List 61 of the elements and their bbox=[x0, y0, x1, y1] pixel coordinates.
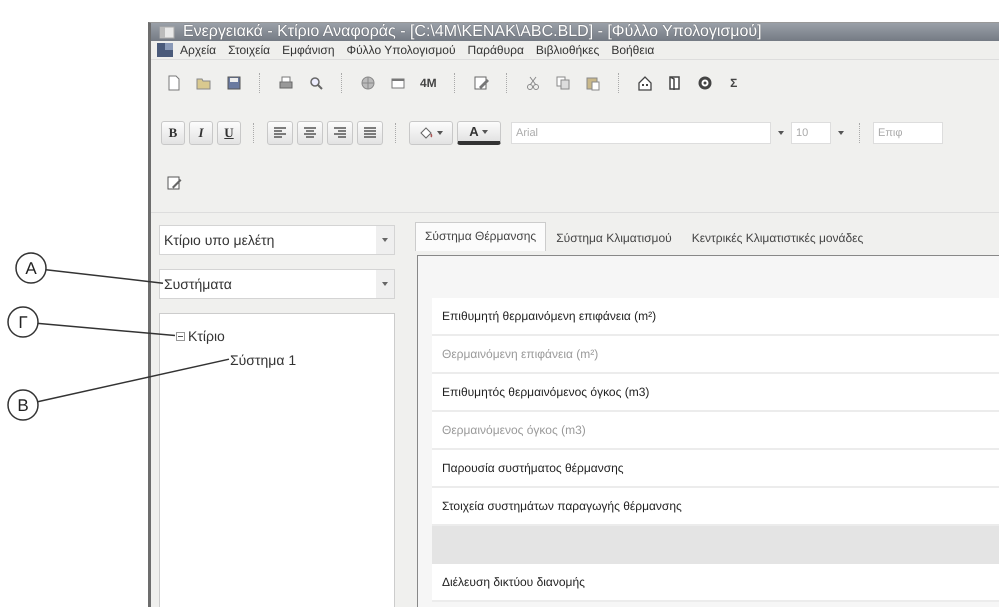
align-right-button[interactable] bbox=[327, 121, 353, 145]
printer-icon bbox=[278, 75, 294, 91]
callout-label: Β bbox=[7, 389, 39, 421]
house-icon bbox=[636, 75, 653, 91]
magnifier-icon bbox=[308, 75, 324, 91]
callout-label: Γ bbox=[7, 306, 39, 338]
align-justify-button[interactable] bbox=[357, 121, 383, 145]
caret-icon bbox=[837, 129, 845, 137]
clipboard-icon bbox=[584, 75, 601, 91]
caret-icon bbox=[777, 129, 785, 137]
menu-item[interactable]: Εμφάνιση bbox=[277, 41, 340, 59]
tab[interactable]: Σύστημα Θέρμανσης bbox=[415, 222, 546, 251]
globe-icon bbox=[360, 75, 376, 91]
door-icon bbox=[666, 75, 683, 91]
toolbar-button[interactable]: Σ bbox=[722, 71, 746, 95]
format-button[interactable]: U bbox=[217, 121, 241, 145]
menu-item[interactable]: Βιβλιοθήκες bbox=[530, 41, 604, 59]
caret-icon bbox=[436, 129, 444, 137]
align-justify-icon bbox=[362, 125, 378, 141]
tab[interactable]: Σύστημα Κλιματισμού bbox=[546, 224, 682, 251]
tree-item[interactable]: Σύστημα 1 bbox=[230, 352, 296, 368]
align-left-icon bbox=[272, 125, 288, 141]
property-row[interactable]: Διέλευση δικτύου διανομής bbox=[432, 564, 999, 602]
property-row[interactable]: Επιθυμητή θερμαινόμενη επιφάνεια (m²) bbox=[432, 298, 999, 336]
align-left-button[interactable] bbox=[267, 121, 293, 145]
scissors-icon bbox=[524, 75, 541, 91]
caret-icon bbox=[480, 128, 489, 136]
caret-icon bbox=[381, 280, 389, 288]
toolbar-button[interactable]: 4M bbox=[415, 71, 442, 95]
align-center-icon bbox=[302, 125, 318, 141]
format-button[interactable]: B bbox=[161, 121, 185, 145]
save-icon bbox=[226, 75, 242, 91]
tree-item[interactable]: Κτίριο bbox=[188, 328, 225, 344]
property-row[interactable]: Επιθυμητός θερμαινόμενος όγκος (m3) bbox=[432, 374, 999, 412]
app-icon bbox=[159, 24, 175, 40]
menu-item[interactable]: Στοιχεία bbox=[223, 41, 276, 59]
copy-icon bbox=[554, 75, 571, 91]
font-color-button[interactable]: A bbox=[457, 121, 501, 145]
collapse-icon[interactable] bbox=[176, 332, 185, 340]
property-row[interactable]: Στοιχεία συστημάτων παραγωγής θέρμανσης bbox=[432, 488, 999, 526]
dropdown-field[interactable]: Κτίριο υπο μελέτη bbox=[159, 225, 395, 255]
property-row[interactable]: Παρουσία συστήματος θέρμανσης bbox=[432, 450, 999, 488]
paint-bucket-icon bbox=[418, 125, 434, 141]
menu-item[interactable]: Βοήθεια bbox=[606, 41, 660, 59]
align-right-icon bbox=[332, 125, 348, 141]
window-title: Ενεργειακά - Κτίριο Αναφοράς - [C:\4M\KENAK\ABC.BLD] - [Φύλλο Υπολογισμού] bbox=[183, 23, 762, 41]
menu-item[interactable]: Αρχεία bbox=[175, 41, 222, 59]
edit-icon bbox=[472, 75, 489, 91]
tab[interactable]: Κεντρικές Κλιματιστικές μονάδες bbox=[682, 224, 874, 251]
menu-item[interactable]: Παράθυρα bbox=[462, 41, 529, 59]
target-icon bbox=[696, 75, 713, 91]
fill-color-button[interactable] bbox=[409, 121, 453, 145]
caret-icon bbox=[381, 236, 389, 244]
align-center-button[interactable] bbox=[297, 121, 323, 145]
document-icon bbox=[157, 42, 173, 58]
notepad-icon bbox=[166, 175, 182, 191]
dropdown-field[interactable]: Συστήματα bbox=[159, 269, 395, 299]
menu-item[interactable]: Φύλλο Υπολογισμού bbox=[342, 41, 461, 59]
callout-label: Α bbox=[15, 252, 47, 284]
format-button[interactable]: I bbox=[189, 121, 213, 145]
new-file-icon bbox=[166, 75, 182, 91]
